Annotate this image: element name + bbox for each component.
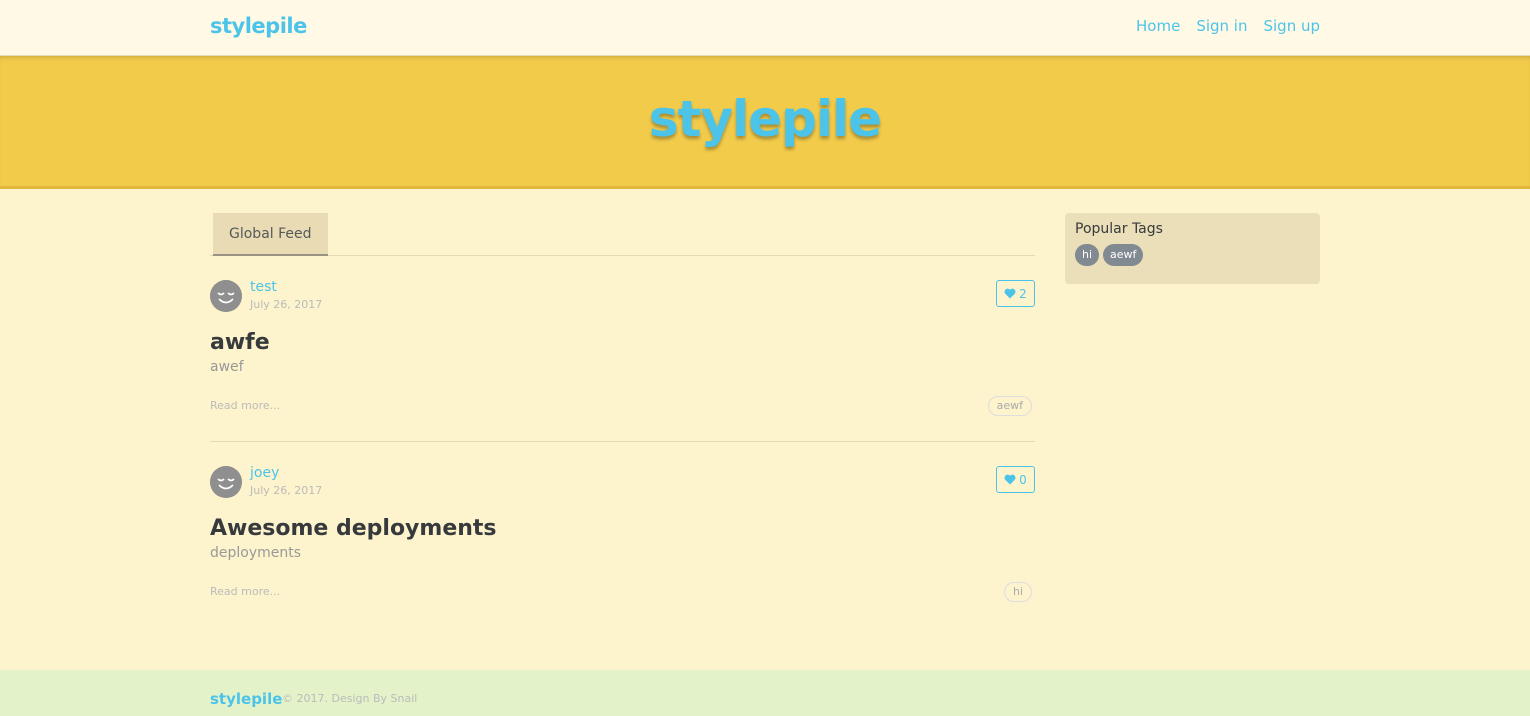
- heart-icon: [1004, 474, 1016, 485]
- article-description: awef: [210, 359, 244, 375]
- heart-icon: [1004, 288, 1016, 299]
- article-preview: test July 26, 2017 2 awfe awef Read more…: [210, 256, 1035, 442]
- article-title[interactable]: awfe: [210, 330, 270, 355]
- favorite-button[interactable]: 0: [996, 466, 1035, 493]
- nav-links: Home Sign in Sign up: [1136, 17, 1320, 35]
- tag-pill[interactable]: aewf: [1103, 244, 1144, 266]
- nav-home[interactable]: Home: [1136, 17, 1180, 35]
- popular-tags-sidebar: Popular Tags hi aewf: [1065, 213, 1320, 284]
- smiley-avatar-icon[interactable]: [210, 466, 242, 498]
- tag-pill[interactable]: hi: [1075, 244, 1100, 266]
- article-date: July 26, 2017: [250, 298, 323, 311]
- banner-title: stylepile: [648, 90, 882, 148]
- article-tag: hi: [1003, 582, 1032, 602]
- nav-sign-in[interactable]: Sign in: [1196, 17, 1247, 35]
- nav-sign-up[interactable]: Sign up: [1263, 17, 1320, 35]
- tab-global-feed[interactable]: Global Feed: [213, 213, 328, 256]
- favorite-button[interactable]: 2: [996, 280, 1035, 307]
- footer-attribution: © 2017. Design By Snail: [282, 692, 418, 705]
- article-title[interactable]: Awesome deployments: [210, 516, 497, 541]
- footer: stylepile © 2017. Design By Snail: [0, 670, 1530, 716]
- footer-logo[interactable]: stylepile: [210, 690, 282, 708]
- article-description: deployments: [210, 545, 302, 561]
- favorite-count: 2: [1019, 286, 1027, 301]
- article-preview: joey July 26, 2017 0 Awesome deployments…: [210, 442, 1035, 628]
- banner: stylepile: [0, 56, 1530, 189]
- brand-logo[interactable]: stylepile: [210, 14, 307, 38]
- favorite-count: 0: [1019, 472, 1027, 487]
- feed-toggle: Global Feed: [210, 213, 1035, 256]
- tag-list: hi aewf: [1075, 244, 1310, 266]
- smiley-avatar-icon[interactable]: [210, 280, 242, 312]
- article-tag: aewf: [987, 396, 1032, 416]
- feed: Global Feed test July 26, 2017 2 awfe aw…: [210, 190, 1035, 628]
- author-link[interactable]: joey: [250, 465, 279, 481]
- author-link[interactable]: test: [250, 279, 277, 295]
- read-more-link[interactable]: Read more...: [210, 399, 280, 412]
- article-date: July 26, 2017: [250, 484, 323, 497]
- read-more-link[interactable]: Read more...: [210, 585, 280, 598]
- sidebar-heading: Popular Tags: [1075, 221, 1163, 237]
- navbar: stylepile Home Sign in Sign up: [0, 0, 1530, 56]
